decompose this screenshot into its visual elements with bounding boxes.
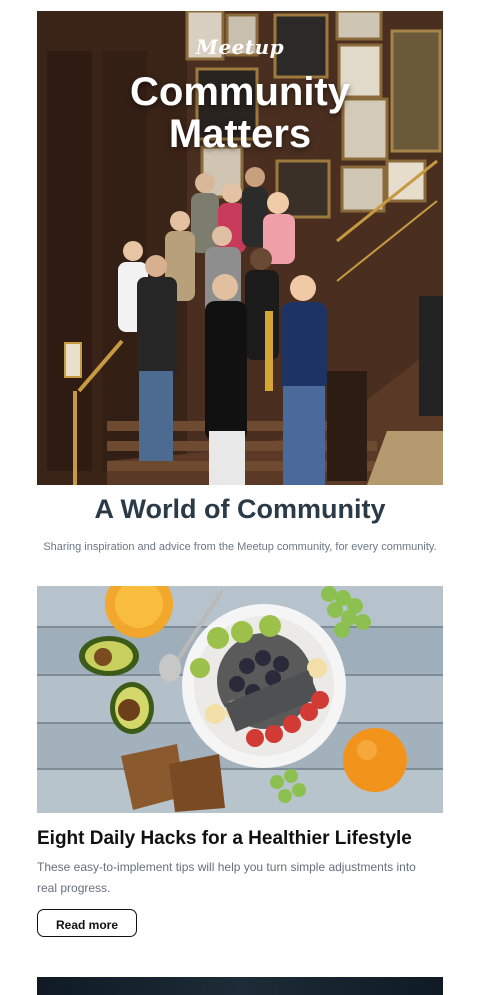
meetup-logo: Meetup: [195, 35, 285, 59]
hero-image: Meetup Community Matters: [37, 11, 443, 485]
article-image[interactable]: [37, 586, 443, 813]
article-description: These easy-to-implement tips will help y…: [37, 860, 416, 895]
hero-title-line-2: Matters: [168, 112, 312, 156]
food-photo-illustration: [37, 586, 443, 813]
read-more-button[interactable]: Read more: [37, 909, 137, 937]
next-article-image[interactable]: [37, 977, 443, 995]
article-title[interactable]: Eight Daily Hacks for a Healthier Lifest…: [37, 828, 457, 850]
section-title: A World of Community: [94, 494, 386, 524]
hero-title-line-1: Community: [130, 70, 350, 114]
section-subtitle: Sharing inspiration and advice from the …: [43, 541, 437, 553]
hero-title: Community Matters: [37, 71, 443, 155]
